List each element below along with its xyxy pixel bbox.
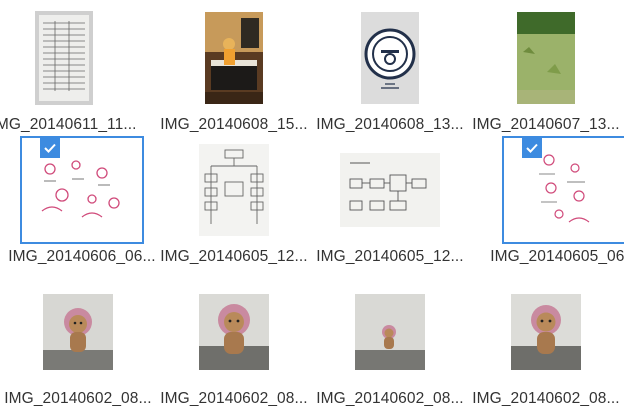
photo-thumbnail[interactable] bbox=[174, 138, 294, 242]
photo-tile[interactable]: IMG_20140602_08... bbox=[468, 280, 624, 416]
photo-filename: IMG_20140602_08... bbox=[316, 390, 464, 407]
photo-tile[interactable]: IMG_20140602_08... bbox=[156, 280, 312, 416]
sketch-drawing-photo bbox=[32, 151, 132, 229]
photo-thumbnail[interactable] bbox=[502, 136, 624, 244]
photo-grid: IMG_20140611_11... IMG_20140608_15... IM… bbox=[0, 0, 624, 416]
photo-filename: IMG_20140608_15... bbox=[160, 116, 308, 133]
plush-lion-photo bbox=[511, 294, 581, 370]
photo-tile[interactable]: IMG_20140602_08... bbox=[0, 280, 156, 416]
photo-filename: IMG_20140605_12... bbox=[160, 248, 308, 265]
photo-filename: IMG_20140611_11... bbox=[0, 116, 137, 133]
photo-tile[interactable]: IMG_20140602_08... bbox=[312, 280, 468, 416]
piano-figure-photo bbox=[205, 12, 263, 104]
photo-thumbnail[interactable] bbox=[330, 280, 450, 384]
photo-thumbnail[interactable] bbox=[18, 280, 138, 384]
plush-lion-photo bbox=[355, 294, 425, 370]
photo-thumbnail[interactable] bbox=[174, 6, 294, 110]
grass-field-photo bbox=[517, 12, 575, 104]
photo-filename: IMG_20140602_08... bbox=[4, 390, 152, 407]
photo-filename: IMG_20140606_06... bbox=[8, 248, 156, 265]
photo-thumbnail[interactable] bbox=[330, 138, 450, 242]
flowchart-photo bbox=[199, 144, 269, 236]
photo-filename: IMG_20140608_13... bbox=[316, 116, 464, 133]
plush-lion-photo bbox=[43, 294, 113, 370]
photo-thumbnail[interactable] bbox=[486, 280, 606, 384]
university-seal-photo bbox=[361, 12, 419, 104]
photo-tile[interactable]: IMG_20140605_12... bbox=[156, 138, 312, 274]
photo-thumbnail[interactable] bbox=[20, 136, 144, 244]
photo-thumbnail[interactable] bbox=[486, 6, 606, 110]
photo-filename: IMG_20140607_13... bbox=[472, 116, 620, 133]
photo-thumbnail[interactable] bbox=[4, 6, 124, 110]
photo-tile[interactable]: IMG_20140607_13... bbox=[468, 6, 624, 142]
photo-tile[interactable]: IMG_20140611_11... bbox=[0, 6, 142, 142]
photo-tile[interactable]: IMG_20140608_15... bbox=[156, 6, 312, 142]
photo-tile[interactable]: IMG_20140608_13... bbox=[312, 6, 468, 142]
photo-tile[interactable]: IMG_20140606_06... bbox=[4, 136, 160, 274]
photo-filename: IMG_20140602_08... bbox=[472, 390, 620, 407]
selected-check-icon[interactable] bbox=[40, 138, 60, 158]
photo-thumbnail[interactable] bbox=[330, 6, 450, 110]
document-table-photo bbox=[35, 11, 93, 105]
photo-tile[interactable]: IMG_20140605_06... bbox=[486, 136, 624, 274]
photo-filename: IMG_20140602_08... bbox=[160, 390, 308, 407]
photo-tile[interactable]: IMG_20140605_12... bbox=[312, 138, 468, 274]
selected-check-icon[interactable] bbox=[522, 138, 542, 158]
plush-lion-photo bbox=[199, 294, 269, 370]
photo-filename: IMG_20140605_06... bbox=[490, 248, 624, 265]
diagram-photo bbox=[340, 153, 440, 227]
photo-thumbnail[interactable] bbox=[174, 280, 294, 384]
photo-filename: IMG_20140605_12... bbox=[316, 248, 464, 265]
